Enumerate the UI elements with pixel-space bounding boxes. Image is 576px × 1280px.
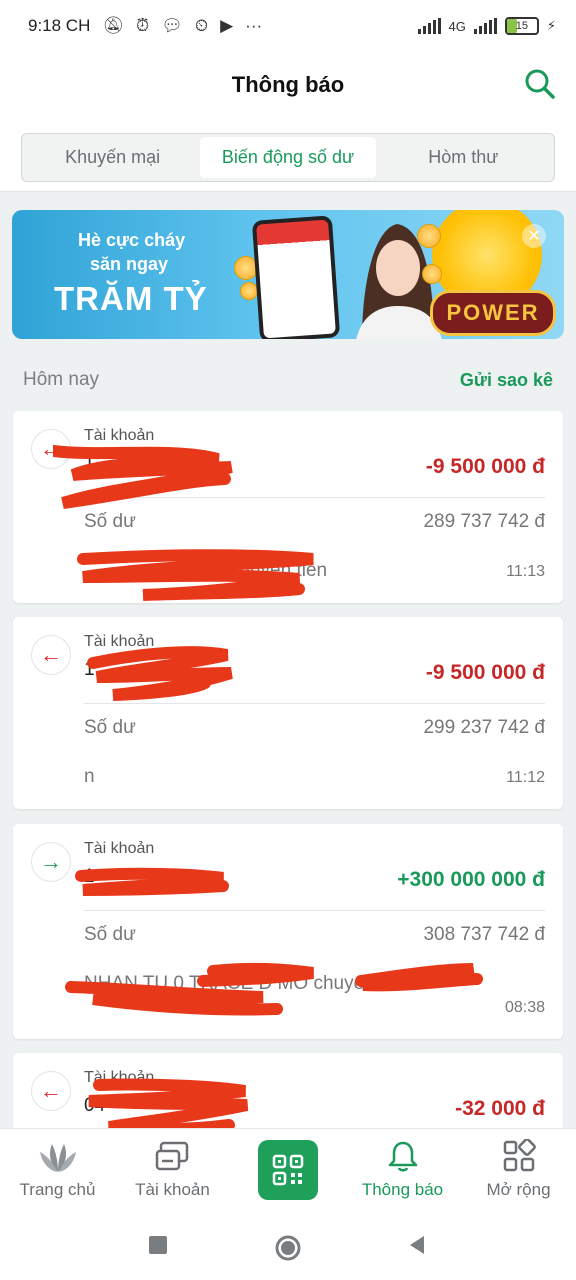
account-label: Tài khoản [84, 840, 155, 857]
balance-value: 289 737 742 đ [423, 511, 545, 532]
battery-level: 15 [515, 20, 528, 32]
transaction-time: 11:12 [506, 769, 545, 786]
status-time: 9:18 CH [28, 16, 91, 35]
promo-banner[interactable]: Hè cực cháy săn ngay TRĂM TỶ POWER ✕ [12, 210, 564, 339]
redaction-mark [65, 962, 483, 1016]
home-button-icon[interactable] [274, 1234, 302, 1262]
network-type: 4G [448, 18, 466, 34]
transaction-amount: -9 500 000 đ [425, 661, 545, 684]
system-nav-bar [0, 1220, 576, 1280]
divider [84, 910, 545, 911]
search-icon [525, 69, 555, 99]
transaction-time: 08:38 [504, 999, 545, 1016]
nav-home[interactable]: Trang chủ [0, 1129, 115, 1221]
nav-more[interactable]: Mở rộng [461, 1129, 576, 1221]
app-header: Thông báo [0, 52, 576, 118]
account-card-icon [155, 1141, 188, 1171]
redaction-mark [88, 1078, 249, 1128]
status-bar: 9:18 CH 🔕︎ ⏰︎ 💬︎ ⏲︎ ▶︎ ··· 4G 15 ⚡︎ [0, 0, 576, 52]
coin-icon [422, 264, 442, 284]
search-button[interactable] [520, 64, 560, 104]
page-title: Thông báo [231, 72, 345, 97]
redaction-mark [77, 549, 314, 601]
redaction-mark [87, 646, 233, 701]
bell-icon [388, 1141, 417, 1172]
notification-list[interactable]: Hè cực cháy săn ngay TRĂM TỶ POWER ✕ Hôm… [0, 193, 576, 1128]
divider [84, 703, 545, 704]
tabs-bar: Khuyến mại Biến động số dư Hòm thư [0, 118, 576, 192]
section-title: Hôm nay [23, 369, 100, 390]
transaction-card[interactable]: ← Tài khoản 04 -32 000 đ [13, 1053, 563, 1128]
grid-icon [503, 1139, 536, 1172]
arrow-right-icon: → [31, 842, 71, 882]
signal-2-icon [473, 18, 497, 34]
charging-icon: ⚡︎ [546, 18, 556, 33]
home-leaf-icon [39, 1144, 76, 1172]
nav-account-label: Tài khoản [135, 1180, 210, 1199]
close-icon[interactable]: ✕ [522, 224, 546, 248]
nav-notifications[interactable]: Thông báo [345, 1129, 460, 1221]
transaction-amount: -32 000 đ [455, 1097, 545, 1120]
nav-home-label: Trang chủ [19, 1180, 96, 1199]
coin-icon [417, 224, 441, 248]
chat-icon: 💬︎ [161, 16, 183, 35]
qr-scan-button[interactable] [258, 1140, 318, 1200]
bottom-nav: Trang chủ Tài khoản Thông báo Mở rộng [0, 1128, 576, 1220]
section-header: Hôm nay Gửi sao kê [23, 369, 553, 391]
balance-label: Số dư [84, 924, 136, 945]
transaction-card[interactable]: ← Tài khoản 1 -9 500 000 đ Số dư 299 237… [13, 617, 563, 809]
redaction-mark [75, 867, 229, 896]
clock-icon: ⏲︎ [194, 16, 209, 35]
play-icon: ▶︎ [220, 16, 234, 35]
banner-headline: Hè cực cháy [78, 230, 186, 250]
balance-value: 299 237 742 đ [423, 717, 545, 738]
banner-title: TRĂM TỶ [54, 280, 208, 317]
banner-subheadline: săn ngay [90, 254, 169, 274]
transaction-card[interactable]: → Tài khoản 1 +300 000 000 đ Số dư 308 7… [13, 824, 563, 1039]
balance-value: 308 737 742 đ [423, 924, 545, 945]
tab-balance-changes[interactable]: Biến động số dư [200, 137, 376, 178]
more-icon: ··· [245, 16, 263, 35]
status-notification-icons: 🔕︎ ⏰︎ 💬︎ ⏲︎ ▶︎ ··· [102, 16, 262, 36]
qr-scan-icon [272, 1154, 304, 1186]
balance-label: Số dư [84, 717, 136, 738]
back-icon[interactable] [406, 1234, 428, 1256]
status-right: 4G 15 ⚡︎ [417, 17, 556, 35]
transaction-description: n [84, 766, 95, 787]
mute-icon: 🔕︎ [102, 16, 124, 35]
arrow-left-icon: ← [31, 1071, 71, 1111]
segmented-tabs: Khuyến mại Biến động số dư Hòm thư [21, 133, 555, 182]
arrow-left-icon: ← [31, 635, 71, 675]
balance-label: Số dư [84, 511, 136, 532]
alarm-icon: ⏰︎ [135, 16, 150, 35]
nav-account[interactable]: Tài khoản [115, 1129, 230, 1221]
tab-inbox[interactable]: Hòm thư [376, 137, 551, 178]
redaction-mark [53, 445, 233, 509]
send-statement-link[interactable]: Gửi sao kê [460, 370, 553, 391]
signal-icon [417, 18, 441, 34]
transaction-time: 11:13 [506, 563, 545, 580]
transaction-card[interactable]: ← Tài khoản 1 -9 500 000 đ Số dư 289 737… [13, 411, 563, 603]
nav-more-label: Mở rộng [486, 1180, 551, 1199]
phone-image [251, 215, 341, 339]
power-logo: POWER [430, 290, 556, 336]
recent-apps-icon[interactable] [147, 1234, 169, 1256]
nav-notifications-label: Thông báo [361, 1180, 444, 1199]
tab-promotions[interactable]: Khuyến mại [25, 137, 200, 178]
transaction-amount: -9 500 000 đ [425, 455, 545, 478]
transaction-amount: +300 000 000 đ [397, 868, 545, 891]
battery-icon: 15 [504, 17, 539, 35]
coin-icon [240, 282, 258, 300]
